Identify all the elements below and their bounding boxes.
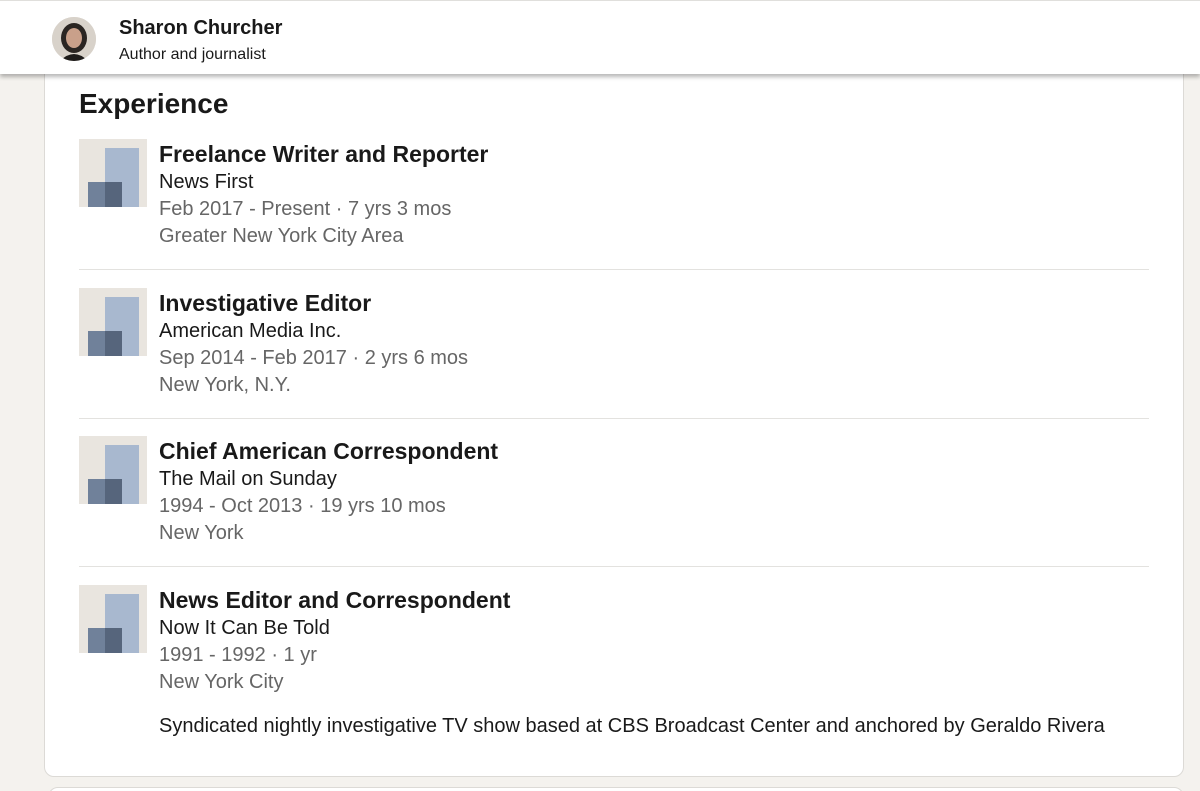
avatar[interactable] <box>52 17 96 61</box>
experience-dates: Sep 2014 - Feb 2017 · 2 yrs 6 mos <box>159 347 469 369</box>
experience-title[interactable]: Investigative Editor <box>159 288 1149 318</box>
section-title: Experience <box>79 88 229 119</box>
profile-headline: Author and journalist <box>119 46 266 63</box>
company-placeholder-icon[interactable] <box>79 436 147 504</box>
experience-location: New York <box>159 522 244 544</box>
experience-dates: 1994 - Oct 2013 · 19 yrs 10 mos <box>159 495 446 517</box>
company-placeholder-icon[interactable] <box>79 139 147 207</box>
next-card <box>48 787 1184 791</box>
experience-location: New York, N.Y. <box>159 374 291 396</box>
experience-dates: Feb 2017 - Present · 7 yrs 3 mos <box>159 198 452 220</box>
experience-title[interactable]: Freelance Writer and Reporter <box>159 139 1149 169</box>
experience-title[interactable]: Chief American Correspondent <box>159 436 1149 466</box>
experience-location: New York City <box>159 671 284 693</box>
profile-name[interactable]: Sharon Churcher <box>119 17 282 40</box>
experience-company: The Mail on Sunday <box>159 468 337 490</box>
divider <box>79 269 1149 270</box>
profile-photo-icon <box>52 17 96 61</box>
company-placeholder-icon[interactable] <box>79 585 147 653</box>
company-placeholder-icon[interactable] <box>79 288 147 356</box>
divider <box>79 418 1149 419</box>
experience-company: American Media Inc. <box>159 320 342 342</box>
experience-location: Greater New York City Area <box>159 225 404 247</box>
experience-dates: 1991 - 1992 · 1 yr <box>159 644 317 666</box>
sticky-profile-bar: Sharon Churcher Author and journalist <box>0 0 1200 74</box>
experience-title[interactable]: News Editor and Correspondent <box>159 585 1149 615</box>
experience-description: Syndicated nightly investigative TV show… <box>159 715 1105 737</box>
divider <box>79 566 1149 567</box>
experience-company: News First <box>159 171 254 193</box>
experience-company: Now It Can Be Told <box>159 617 330 639</box>
